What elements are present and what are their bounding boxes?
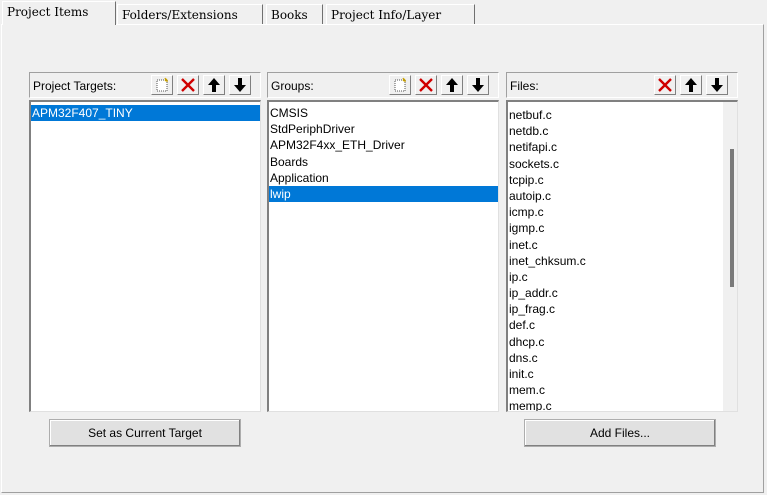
tab-folders-extensions[interactable]: Folders/Extensions [117, 4, 263, 24]
file-item[interactable]: ip_frag.c [508, 301, 737, 317]
file-item[interactable]: mem.c [508, 382, 737, 398]
target-item-apm32f407-tiny[interactable]: APM32F407_TINY [31, 105, 260, 122]
file-item[interactable]: ip.c [508, 269, 737, 285]
files-scrollbar-thumb[interactable] [730, 149, 734, 287]
files-list[interactable]: netbuf.c netdb.c netifapi.c sockets.c tcpip.… [506, 100, 738, 412]
file-item[interactable]: netbuf.c [508, 107, 737, 123]
targets-new-button[interactable] [151, 75, 173, 95]
delete-icon [658, 78, 672, 92]
targets-list[interactable]: APM32F407_TINY [29, 100, 261, 412]
group-item-apm32f4xx-eth-driver[interactable]: APM32F4xx_ETH_Driver [269, 137, 498, 153]
move-up-icon [208, 78, 220, 92]
delete-icon [419, 78, 433, 92]
tab-project-info-layer[interactable]: Project Info/Layer [326, 4, 475, 24]
move-down-icon [472, 78, 484, 92]
file-item[interactable]: def.c [508, 317, 737, 333]
file-item[interactable]: dns.c [508, 350, 737, 366]
move-down-icon [711, 78, 723, 92]
new-icon [156, 77, 168, 92]
files-delete-button[interactable] [654, 75, 676, 95]
file-item[interactable]: init.c [508, 366, 737, 382]
file-item[interactable]: dhcp.c [508, 334, 737, 350]
file-item[interactable]: sockets.c [508, 156, 737, 172]
groups-move-up-button[interactable] [441, 75, 463, 95]
move-down-icon [234, 78, 246, 92]
file-item[interactable]: tcpip.c [508, 172, 737, 188]
file-item[interactable]: icmp.c [508, 204, 737, 220]
file-item[interactable]: inet_chksum.c [508, 253, 737, 269]
groups-list[interactable]: CMSIS StdPeriphDriver APM32F4xx_ETH_Driv… [267, 100, 499, 412]
set-current-target-button[interactable]: Set as Current Target [49, 419, 241, 447]
file-item[interactable]: inet.c [508, 237, 737, 253]
file-item[interactable]: ip_addr.c [508, 285, 737, 301]
move-up-icon [446, 78, 458, 92]
groups-new-button[interactable] [389, 75, 411, 95]
group-item-cmsis[interactable]: CMSIS [269, 105, 498, 121]
targets-move-up-button[interactable] [203, 75, 225, 95]
groups-move-down-button[interactable] [467, 75, 489, 95]
new-icon [394, 77, 406, 92]
group-item-application[interactable]: Application [269, 170, 498, 186]
targets-move-down-button[interactable] [229, 75, 251, 95]
delete-icon [181, 78, 195, 92]
targets-title: Project Targets: [33, 79, 117, 93]
move-up-icon [685, 78, 697, 92]
files-header: Files: [506, 72, 738, 98]
file-item[interactable]: memp.c [508, 398, 737, 411]
group-item-boards[interactable]: Boards [269, 154, 498, 170]
tab-books[interactable]: Books [266, 4, 323, 24]
groups-title: Groups: [271, 79, 314, 93]
add-files-button[interactable]: Add Files... [524, 419, 716, 447]
group-item-lwip[interactable]: lwip [269, 185, 498, 203]
file-item[interactable]: netdb.c [508, 123, 737, 139]
files-move-down-button[interactable] [706, 75, 728, 95]
groups-header: Groups: [267, 72, 499, 98]
targets-delete-button[interactable] [177, 75, 199, 95]
file-item[interactable]: autoip.c [508, 188, 737, 204]
file-item[interactable]: netifapi.c [508, 139, 737, 155]
files-title: Files: [510, 79, 539, 93]
tab-project-items[interactable]: Project Items [2, 1, 116, 25]
targets-header: Project Targets: [29, 72, 261, 98]
files-move-up-button[interactable] [680, 75, 702, 95]
files-items: netbuf.c netdb.c netifapi.c sockets.c tcpip.… [508, 107, 737, 411]
tab-strip: Project Items Folders/Extensions Books P… [0, 0, 767, 25]
groups-delete-button[interactable] [415, 75, 437, 95]
group-item-stdperiphdriver[interactable]: StdPeriphDriver [269, 121, 498, 137]
file-item[interactable]: igmp.c [508, 220, 737, 236]
files-scrollbar[interactable] [723, 102, 737, 411]
